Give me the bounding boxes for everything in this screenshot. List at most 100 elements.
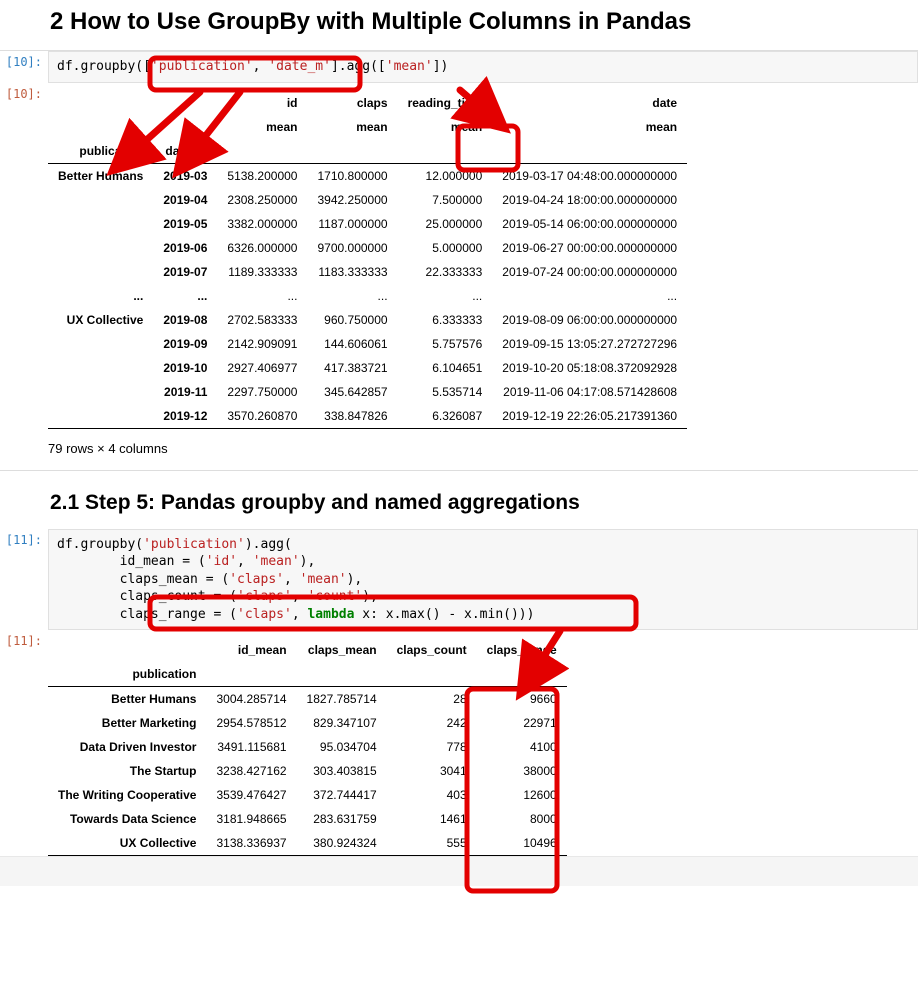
table-row: Towards Data Science3181.948665283.63175… (48, 807, 567, 831)
cell: 3004.285714 (206, 687, 296, 712)
cell: 28 (387, 687, 477, 712)
cell: 8000 (477, 807, 567, 831)
table-header-row: id claps reading_time date (48, 91, 687, 115)
code-cell-10[interactable]: df.groupby(['publication', 'date_m'].agg… (48, 51, 918, 83)
col-header: id_mean (206, 638, 296, 662)
table-row: UX Collective3138.336937380.924324555104… (48, 831, 567, 856)
code-text: ), (300, 554, 316, 569)
cell: 38000 (477, 759, 567, 783)
cell: 95.034704 (297, 735, 387, 759)
input-cell-11: [11]: df.groupby('publication').agg( id_… (0, 529, 918, 631)
index-name: publication (48, 662, 206, 687)
index-cell: 2019-05 (153, 212, 217, 236)
code-text: df.groupby( (57, 537, 143, 552)
code-text: , (292, 607, 308, 622)
index-cell: Better Humans (48, 687, 206, 712)
cell: 12600 (477, 783, 567, 807)
code-arg: 'claps' (237, 607, 292, 622)
table-header-row: id_mean claps_mean claps_count claps_ran… (48, 638, 567, 662)
code-text: claps_count = ( (57, 589, 237, 604)
cell: 242 (387, 711, 477, 735)
cell: 9660 (477, 687, 567, 712)
index-cell: Better Humans (48, 163, 153, 188)
table-row: 2019-123570.260870338.8478266.3260872019… (48, 404, 687, 429)
cell: 12.000000 (398, 163, 493, 188)
index-cell: 2019-12 (153, 404, 217, 429)
cell: 2927.406977 (217, 356, 307, 380)
index-cell (48, 260, 153, 284)
code-arg: 'claps' (229, 572, 284, 587)
output-cell-11: [11]: id_mean claps_mean claps_count cla… (0, 630, 918, 856)
index-cell (48, 356, 153, 380)
cell: 403 (387, 783, 477, 807)
table-row: 2019-112297.750000345.6428575.5357142019… (48, 380, 687, 404)
cell: 303.403815 (297, 759, 387, 783)
cell: 372.744417 (297, 783, 387, 807)
cell: 3041 (387, 759, 477, 783)
cell: 6.104651 (398, 356, 493, 380)
cell: 144.606061 (307, 332, 397, 356)
code-arg: 'publication' (143, 537, 245, 552)
index-cell: The Startup (48, 759, 206, 783)
code-cell-11[interactable]: df.groupby('publication').agg( id_mean =… (48, 529, 918, 631)
cell: 1183.333333 (307, 260, 397, 284)
index-cell: Better Marketing (48, 711, 206, 735)
table-row: Better Humans2019-035138.2000001710.8000… (48, 163, 687, 188)
index-cell: 2019-09 (153, 332, 217, 356)
cell: 555 (387, 831, 477, 856)
table-row: 2019-066326.0000009700.0000005.000000201… (48, 236, 687, 260)
table-row: 2019-102927.406977417.3837216.1046512019… (48, 356, 687, 380)
code-arg: 'date_m' (268, 59, 331, 74)
code-text: df.groupby( (57, 59, 143, 74)
index-cell: 2019-07 (153, 260, 217, 284)
cell: 3570.260870 (217, 404, 307, 429)
index-cell: 2019-10 (153, 356, 217, 380)
col-header: claps_range (477, 638, 567, 662)
section-2-wrap: 2 How to Use GroupBy with Multiple Colum… (0, 0, 918, 470)
cell: 2019-05-14 06:00:00.000000000 (492, 212, 687, 236)
index-cell (48, 212, 153, 236)
table-subheader-row: mean mean mean mean (48, 115, 687, 139)
output-table-2: id_mean claps_mean claps_count claps_ran… (48, 638, 567, 856)
input-cell-10: [10]: df.groupby(['publication', 'date_m… (0, 51, 918, 83)
cell: 2297.750000 (217, 380, 307, 404)
code-text: .agg([ (339, 59, 386, 74)
cell: 1710.800000 (307, 163, 397, 188)
index-cell (48, 380, 153, 404)
index-cell: 2019-11 (153, 380, 217, 404)
cell: 6.333333 (398, 308, 493, 332)
sub-header: mean (492, 115, 687, 139)
cell: 380.924324 (297, 831, 387, 856)
cell: 22.333333 (398, 260, 493, 284)
cell: 2019-10-20 05:18:08.372092928 (492, 356, 687, 380)
cell: 7.500000 (398, 188, 493, 212)
code-arg: 'claps' (237, 589, 292, 604)
cell: 417.383721 (307, 356, 397, 380)
code-text: ), (362, 589, 378, 604)
table-row: 2019-042308.2500003942.2500007.500000201… (48, 188, 687, 212)
index-cell (48, 236, 153, 260)
cell: 5.757576 (398, 332, 493, 356)
ellipsis: ... (48, 284, 153, 308)
section-21-wrap: 2.1 Step 5: Pandas groupby and named agg… (0, 471, 918, 857)
cell: 25.000000 (398, 212, 493, 236)
code-text: , (284, 572, 300, 587)
cell: 1827.785714 (297, 687, 387, 712)
cell: 5.535714 (398, 380, 493, 404)
table-row: 2019-053382.0000001187.00000025.00000020… (48, 212, 687, 236)
sub-header: mean (398, 115, 493, 139)
index-cell: Data Driven Investor (48, 735, 206, 759)
out-prompt: [10]: (0, 83, 48, 101)
code-text: ).agg( (245, 537, 292, 552)
sub-header: mean (217, 115, 307, 139)
index-cell: The Writing Cooperative (48, 783, 206, 807)
table-row: UX Collective2019-082702.583333960.75000… (48, 308, 687, 332)
table-footer: 79 rows × 4 columns (48, 429, 918, 470)
cell: 6.326087 (398, 404, 493, 429)
cell: 3539.476427 (206, 783, 296, 807)
cell: 1189.333333 (217, 260, 307, 284)
cell: 960.750000 (307, 308, 397, 332)
table-row: The Startup3238.427162303.40381530413800… (48, 759, 567, 783)
cell: 778 (387, 735, 477, 759)
index-cell (48, 332, 153, 356)
